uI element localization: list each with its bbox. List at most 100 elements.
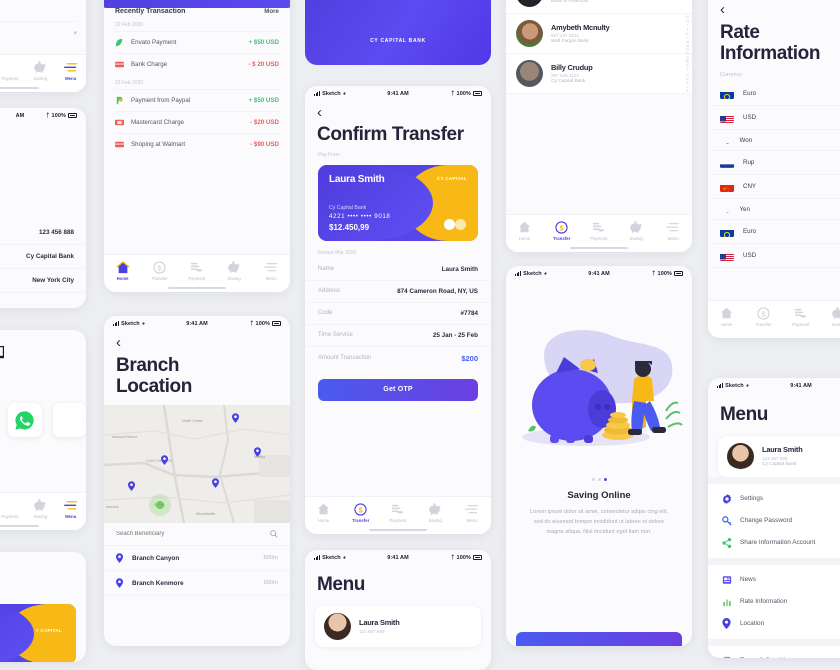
table-row[interactable]: ★★★★★CNY2.342 [708,175,840,199]
menu-center-panel: Sketch◕ 9:41 AM ᛏ100% Menu Laura Smith 1… [305,550,491,670]
map-pin-icon[interactable] [212,478,219,488]
table-row[interactable]: Mastercard Charge - $20 USD [104,112,290,133]
page-title: Confirm Transfer [305,120,491,146]
currency-name: Euro [743,228,840,235]
bottom-nav[interactable]: Home $ Transfer Payment Saving Menu [708,300,840,338]
bnav-item-menu[interactable]: Menu [456,502,489,523]
map-pin-icon[interactable] [254,447,261,457]
bnav-item-home[interactable]: Home [508,220,541,241]
bnav-item-saving[interactable]: Saving [217,260,250,281]
bank-card[interactable]: Laura Smith Cy Capital Bank 4221 •••• ••… [318,165,478,241]
bottom-nav[interactable]: Home Transfer Payment Saving Menu [0,54,86,92]
bnav-item-saving[interactable]: Saving [619,220,652,241]
list-item[interactable]: Branch Canyon 800m [104,546,290,571]
table-row[interactable]: Rup453 [708,151,840,175]
table-row[interactable]: Bank Charge - $ 20 USD [104,54,290,75]
bnav-item-payment[interactable]: Payment [784,306,817,327]
bnav-item-home[interactable]: Home [307,502,340,523]
bnav-item-menu[interactable]: Menu [657,220,690,241]
alphabet-index-letter[interactable]: Z [686,90,688,94]
onboarding-cta-button[interactable] [516,632,682,646]
menu-item-terms[interactable]: Terms & Conditions [708,650,840,658]
svg-text:$: $ [560,223,565,232]
list-item[interactable]: Andy William 28482999 Bank of American [506,0,692,14]
bnav-item-transfer[interactable]: $ Transfer [143,260,176,281]
bnav-item-transfer[interactable]: $ Transfer [344,502,377,523]
list-item[interactable]: Amybeth Mcnulty 827 247 2221 Well Fargos… [506,14,692,54]
bluetooth-icon: ᛏ [46,113,49,119]
bnav-item-home[interactable]: Home [106,260,139,281]
tx-group-date: 22 Feb 2020 [104,17,290,31]
bottom-nav[interactable]: Home $ Transfer Payment Saving Menu [305,496,491,534]
table-row[interactable]: USD01 [708,244,840,268]
table-row[interactable]: Won3.799 [708,130,840,151]
bnav-item-saving[interactable]: Saving [27,60,54,81]
table-row[interactable]: Euro1.123 [708,220,840,244]
flag-icon-eu [720,227,734,237]
search-beneficiary-row[interactable] [104,523,290,546]
faq-row[interactable]: isque in dictum a erat nam at ? ▾ [0,22,86,54]
table-row[interactable]: Shoping at Walmart - $90 USD [104,134,290,155]
menu-item-settings[interactable]: Settings [708,488,840,510]
envato-icon [115,38,124,47]
table-row[interactable]: USD01 [708,106,840,130]
menu-item-news[interactable]: News [708,569,840,591]
list-item[interactable]: Billy Crudup 297 529 1123 Cy Capital Ban… [506,54,692,94]
menu-item-location[interactable]: Location [708,613,840,635]
bnav-item-saving[interactable]: Saving [27,498,54,519]
chevron-down-icon[interactable]: ▾ [73,29,77,37]
currency-name: USD [743,252,840,259]
onboarding-dots[interactable] [506,478,692,481]
menu-item-rate-information[interactable]: Rate Information [708,591,840,613]
search-icon[interactable] [270,530,278,538]
flag-icon-ru [720,158,734,168]
bnav-item-menu[interactable]: Menu [57,498,84,519]
bottom-nav[interactable]: Home $ Transfer Payment Saving [104,254,290,292]
bnav-item-payment[interactable]: Payment [0,498,24,519]
profile-card[interactable]: Laura Smith 123 567 888 Cy Capital Bank [718,436,840,477]
map-pin-icon[interactable] [161,455,168,465]
search-input[interactable] [116,531,270,537]
back-button[interactable]: ‹ [104,331,290,350]
bnav-item-home[interactable]: Home [710,306,743,327]
table-row[interactable]: Yen1.242 [708,199,840,220]
bottom-nav[interactable]: Home $ Transfer Payment Saving Menu [506,214,692,252]
map-label: Bothel [154,503,165,507]
col-currency: Currency [720,72,742,78]
bnav-item-saving[interactable]: Saving [821,306,840,327]
more-link[interactable]: More [264,8,279,15]
carousel-dot[interactable] [598,478,601,481]
battery-icon [473,91,482,96]
transfer-icon: $ [152,260,168,274]
carousel-dot[interactable] [604,478,607,481]
menu-item-share-information[interactable]: Share Information Account [708,532,840,554]
bnav-item-transfer[interactable]: $ Transfer [747,306,780,327]
back-button[interactable]: ‹ [305,101,491,120]
map-pin-icon[interactable] [232,413,239,423]
map-pin-icon[interactable] [128,481,135,491]
bnav-item-payment[interactable]: Payment [0,60,24,81]
bnav-item-saving[interactable]: Saving [418,502,451,523]
bnav-item-payment[interactable]: Payment [381,502,414,523]
bnav-item-payment[interactable]: Payment [582,220,615,241]
bottom-nav[interactable]: Home Transfer Payment Saving Menu [0,492,86,530]
back-button[interactable]: ‹ [708,0,840,17]
table-row[interactable]: Euro1.123 [708,82,840,106]
carousel-dot[interactable] [592,478,595,481]
bnav-item-payment[interactable]: Payment [180,260,213,281]
bnav-item-transfer[interactable]: $ Transfer [545,220,578,241]
profile-card[interactable]: Laura Smith 123 567 888 [315,606,481,647]
table-row[interactable]: Envato Payment + $50 USD [104,32,290,53]
more-share-button[interactable] [53,403,86,437]
map-label: mmons [106,505,118,509]
alphabet-index[interactable]: GHIJKLMNOPQRSTUVXYZ [686,0,689,210]
get-otp-button[interactable]: Get OTP [318,379,478,401]
list-item[interactable]: Branch Kenmore 900m [104,571,290,596]
bnav-item-menu[interactable]: Menu [255,260,288,281]
bnav-item-menu[interactable]: Menu [57,60,84,81]
map-view[interactable]: North Creek enwood Manor CANYON PARK Mal… [104,405,290,523]
whatsapp-share-button[interactable] [8,403,41,437]
menu-item-change-password[interactable]: Change Password [708,510,840,532]
table-row[interactable]: Payment from Paypal + $50 USD [104,90,290,111]
payment-icon [2,60,18,74]
